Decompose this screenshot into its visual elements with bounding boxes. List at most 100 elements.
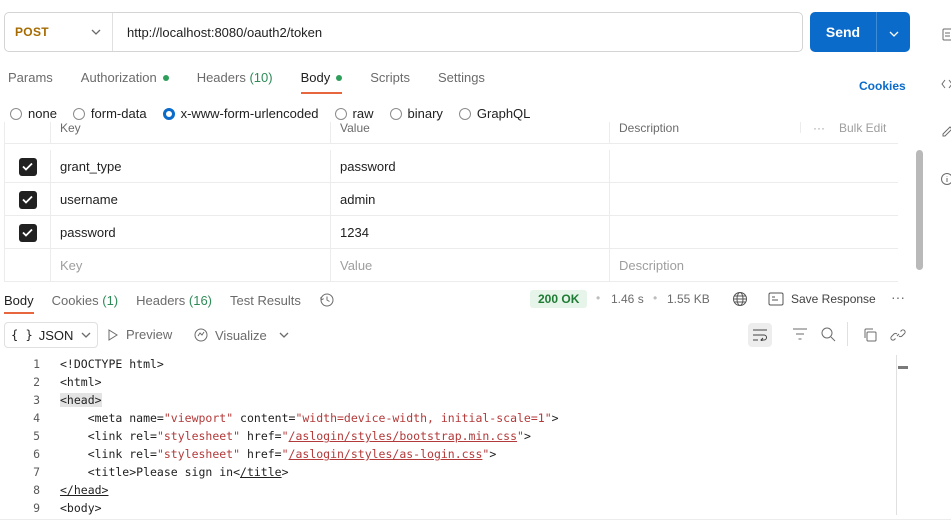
globe-icon[interactable] (732, 291, 748, 310)
chevron-down-icon[interactable] (279, 332, 289, 338)
tab-headers[interactable]: Headers (10) (189, 66, 281, 92)
format-select[interactable]: { } JSON (4, 322, 99, 348)
documentation-icon[interactable] (940, 28, 951, 42)
table-header-row: Key Value Description ··· Bulk Edit (5, 122, 898, 144)
row-description[interactable] (610, 150, 898, 183)
tab-label: Test Results (230, 292, 301, 308)
minimap-thumb[interactable] (898, 366, 908, 369)
code-text: <!DOCTYPE html> (60, 357, 164, 371)
radio-form-data[interactable]: form-data (72, 106, 147, 121)
radio-circle (334, 107, 347, 120)
code-line: 1 <!DOCTYPE html> (0, 355, 900, 373)
tab-label: Scripts (370, 70, 410, 85)
table-row: password 1234 (5, 216, 898, 249)
row-description[interactable] (610, 216, 898, 249)
link-icon[interactable] (890, 327, 906, 346)
method-select[interactable]: POST (5, 13, 113, 51)
play-icon (108, 328, 118, 341)
row-value[interactable]: password (331, 150, 610, 183)
bulk-edit-area: ··· Bulk Edit (800, 122, 898, 135)
code-line: 5 <link rel="stylesheet" href="/aslogin/… (0, 427, 900, 445)
more-icon[interactable]: ··· (813, 122, 825, 135)
table-row-empty: Key Value Description (5, 249, 898, 282)
radio-graphql[interactable]: GraphQL (458, 106, 530, 121)
url-input[interactable]: http://localhost:8080/oauth2/token (113, 25, 322, 40)
radio-x-www-form-urlencoded[interactable]: x-www-form-urlencoded (162, 106, 319, 121)
radio-raw[interactable]: raw (334, 106, 374, 121)
chevron-down-icon (81, 332, 91, 338)
copy-icon[interactable] (862, 327, 878, 346)
radio-circle (72, 107, 85, 120)
header-cell-value: Value (331, 122, 610, 144)
scrollbar[interactable] (916, 150, 923, 270)
tab-count: (10) (249, 70, 273, 85)
response-size[interactable]: 1.55 KB (667, 292, 710, 306)
response-tab-body[interactable]: Body (0, 293, 38, 314)
tab-body[interactable]: Body (293, 66, 351, 94)
tab-authorization[interactable]: Authorization (73, 66, 177, 92)
radio-label: raw (352, 106, 374, 121)
row-checkbox[interactable] (18, 190, 37, 209)
response-code-view[interactable]: 1 <!DOCTYPE html> 2 <html> 3 <head> 4 <m… (0, 355, 900, 523)
tab-label: Body (300, 70, 331, 85)
row-checkbox-cell (5, 216, 51, 249)
row-checkbox[interactable] (18, 223, 37, 242)
response-tab-test-results[interactable]: Test Results (226, 293, 305, 308)
row-key[interactable]: grant_type (51, 150, 331, 183)
response-tab-cookies[interactable]: Cookies (1) (48, 293, 122, 308)
filter-icon[interactable] (792, 327, 808, 344)
response-tab-headers[interactable]: Headers (16) (132, 293, 216, 308)
code-line: 3 <head> (0, 391, 900, 409)
comments-icon[interactable] (940, 124, 951, 138)
save-response-button[interactable]: Save Response (791, 292, 876, 306)
line-number: 9 (33, 501, 40, 515)
radio-label: x-www-form-urlencoded (180, 106, 319, 121)
preview-button[interactable]: Preview (108, 327, 172, 342)
row-checkbox[interactable] (18, 157, 37, 176)
row-value[interactable]: admin (331, 183, 610, 216)
row-description[interactable] (610, 183, 898, 216)
word-wrap-button[interactable] (748, 323, 772, 347)
tab-scripts[interactable]: Scripts (362, 66, 418, 92)
code-line: 9 <body> (0, 499, 900, 517)
tab-settings[interactable]: Settings (430, 66, 493, 92)
format-label: JSON (38, 327, 74, 343)
tab-label: Cookies (51, 292, 99, 308)
bulk-edit-button[interactable]: Bulk Edit (839, 122, 886, 135)
status-badge[interactable]: 200 OK (530, 290, 588, 308)
modified-dot-icon (336, 74, 343, 81)
code-line: 6 <link rel="stylesheet" href="/aslogin/… (0, 445, 900, 463)
new-key-input[interactable]: Key (51, 249, 331, 282)
history-icon[interactable] (319, 292, 335, 308)
new-value-input[interactable]: Value (331, 249, 610, 282)
row-value[interactable]: 1234 (331, 216, 610, 249)
radio-binary[interactable]: binary (389, 106, 443, 121)
save-response-icon (768, 292, 784, 309)
cookies-link[interactable]: Cookies (859, 79, 906, 93)
row-key[interactable]: username (51, 183, 331, 216)
radio-none[interactable]: none (10, 106, 57, 121)
search-icon[interactable] (820, 326, 836, 345)
tab-count: (16) (188, 292, 213, 308)
bottom-divider (0, 519, 951, 520)
new-description-input[interactable]: Description (610, 249, 898, 282)
method-label: POST (15, 25, 49, 39)
code-line: 7 <title>Please sign in</title> (0, 463, 900, 481)
info-icon[interactable] (940, 172, 951, 186)
tab-count: (1) (102, 292, 119, 308)
send-button[interactable]: Send (810, 12, 910, 52)
header-cell-key: Key (51, 122, 331, 144)
code-text: <body> (60, 501, 102, 515)
send-label: Send (810, 12, 877, 52)
row-key[interactable]: password (51, 216, 331, 249)
visualize-button[interactable]: Visualize (193, 327, 289, 343)
request-bar: POST http://localhost:8080/oauth2/token (4, 12, 803, 52)
tab-params[interactable]: Params (0, 66, 61, 92)
code-icon[interactable] (940, 77, 951, 91)
tab-label: Authorization (80, 70, 157, 85)
send-dropdown[interactable] (877, 12, 910, 52)
body-type-radios: none form-data x-www-form-urlencoded raw… (10, 106, 546, 121)
response-time[interactable]: 1.46 s (611, 292, 644, 306)
more-options-icon[interactable]: ··· (891, 289, 905, 305)
line-number: 5 (33, 429, 40, 443)
